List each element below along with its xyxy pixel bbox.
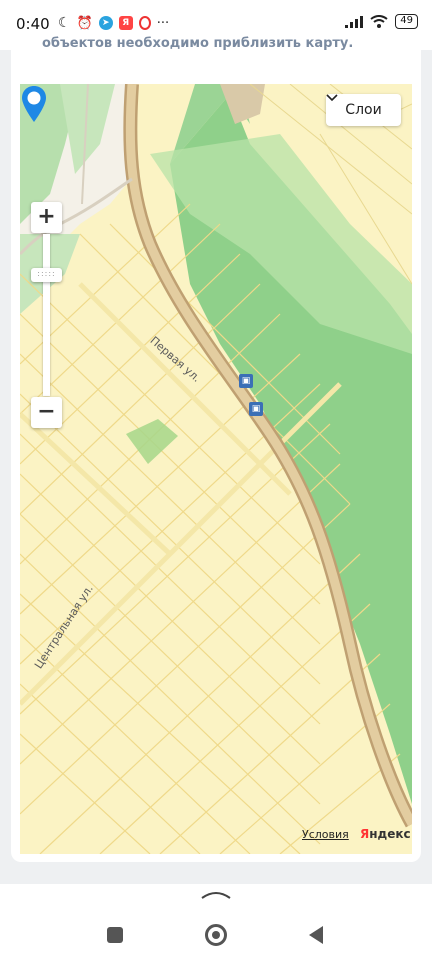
yandex-logo-first-letter: Я	[360, 827, 370, 841]
zoom-slider-track[interactable]	[43, 234, 50, 396]
bus-stop-icon[interactable]: ▣	[239, 374, 253, 388]
telegram-icon: ➤	[98, 16, 113, 30]
yandex-logo[interactable]: Яндекс	[360, 827, 411, 841]
location-pin-icon[interactable]	[20, 84, 48, 124]
zoom-slider-handle[interactable]: :::::	[31, 268, 62, 282]
alarm-icon: ⏰	[76, 15, 93, 31]
more-icon: ···	[156, 15, 170, 31]
zoom-notice: объектов необходимо приблизить карту.	[42, 36, 354, 51]
chevron-up-icon[interactable]	[200, 884, 232, 902]
wifi-icon	[370, 15, 388, 28]
terms-link[interactable]: Условия	[302, 828, 349, 841]
zoom-out-button[interactable]: −	[31, 397, 62, 428]
recent-apps-button[interactable]	[107, 927, 123, 943]
opera-icon	[138, 16, 151, 30]
moon-icon: ☾	[58, 15, 71, 31]
map-view[interactable]: Слои + ::::: − Первая ул. Центральная ул…	[20, 84, 412, 854]
signal-icon	[345, 15, 364, 28]
layers-label: Слои	[345, 102, 382, 118]
layers-button[interactable]: Слои	[326, 94, 401, 126]
back-button[interactable]	[309, 926, 323, 944]
zoom-in-button[interactable]: +	[31, 202, 62, 233]
chevron-down-icon	[326, 94, 338, 102]
home-button[interactable]	[205, 924, 227, 946]
status-system-icons: 49	[345, 14, 418, 29]
yandex-logo-rest: ндекс	[369, 827, 411, 841]
bus-stop-icon[interactable]: ▣	[249, 402, 263, 416]
map-canvas[interactable]	[20, 84, 412, 854]
system-navigation-bar	[0, 884, 432, 960]
status-notification-icons: ☾ ⏰ ➤ Я ···	[58, 15, 169, 31]
yandex-icon: Я	[118, 16, 133, 30]
battery-icon: 49	[395, 14, 418, 29]
